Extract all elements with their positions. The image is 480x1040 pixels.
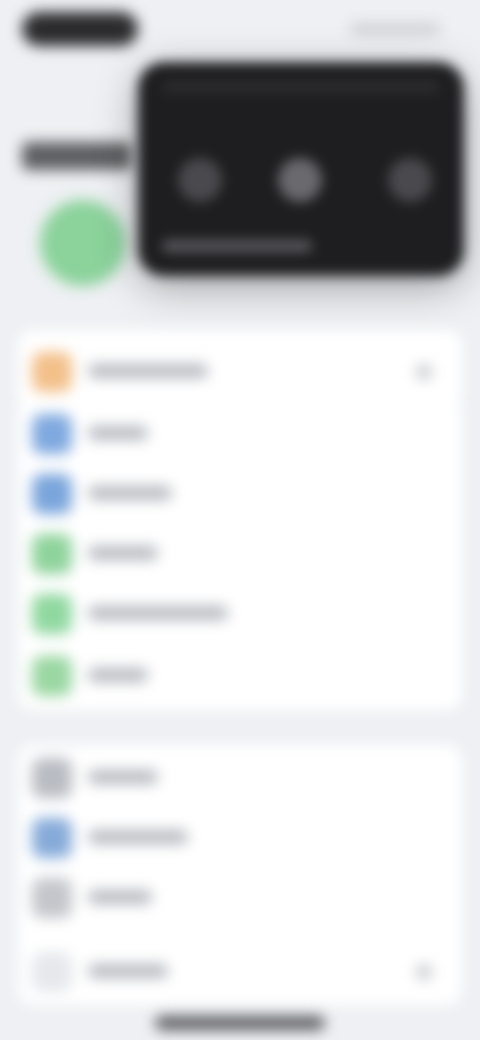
settings-row[interactable] <box>30 352 450 392</box>
settings-row[interactable] <box>30 474 450 514</box>
settings-row-label <box>88 964 168 978</box>
chevron-right-icon <box>416 964 432 980</box>
settings-row-label <box>88 546 158 560</box>
settings-row[interactable] <box>30 952 450 992</box>
settings-row-label <box>88 606 228 620</box>
previous-icon[interactable] <box>178 158 222 202</box>
home-indicator[interactable] <box>155 1016 325 1030</box>
settings-row[interactable] <box>30 534 450 574</box>
green-app-icon <box>32 594 72 634</box>
settings-row-label <box>88 426 148 440</box>
blue-app-icon <box>32 474 72 514</box>
play-pause-icon[interactable] <box>278 158 322 202</box>
green-app-icon <box>32 656 72 696</box>
settings-row[interactable] <box>30 758 450 798</box>
settings-row-label <box>88 668 148 682</box>
settings-row-label <box>88 830 188 844</box>
settings-row[interactable] <box>30 878 450 918</box>
settings-row[interactable] <box>30 594 450 634</box>
overlay-header <box>162 82 440 92</box>
avatar[interactable] <box>40 200 126 286</box>
status-bar-pill <box>22 12 138 46</box>
settings-row[interactable] <box>30 818 450 858</box>
orange-app-icon <box>32 352 72 392</box>
blue-app-icon <box>32 414 72 454</box>
media-control-overlay[interactable] <box>138 62 464 276</box>
screen <box>0 0 480 1040</box>
page-title <box>22 142 132 170</box>
blue-app-icon <box>32 818 72 858</box>
green-app-icon <box>32 534 72 574</box>
next-icon[interactable] <box>388 158 432 202</box>
settings-row-label <box>88 486 172 500</box>
overlay-caption <box>162 240 312 252</box>
settings-row-label <box>88 890 152 904</box>
settings-row[interactable] <box>30 414 450 454</box>
white-app-icon <box>32 952 72 992</box>
settings-row-label <box>88 364 208 378</box>
gray-app-icon <box>32 758 72 798</box>
settings-row-label <box>88 770 158 784</box>
gray-app-icon <box>32 878 72 918</box>
chevron-right-icon <box>416 364 432 380</box>
settings-row[interactable] <box>30 656 450 696</box>
status-bar-indicators <box>350 24 440 34</box>
